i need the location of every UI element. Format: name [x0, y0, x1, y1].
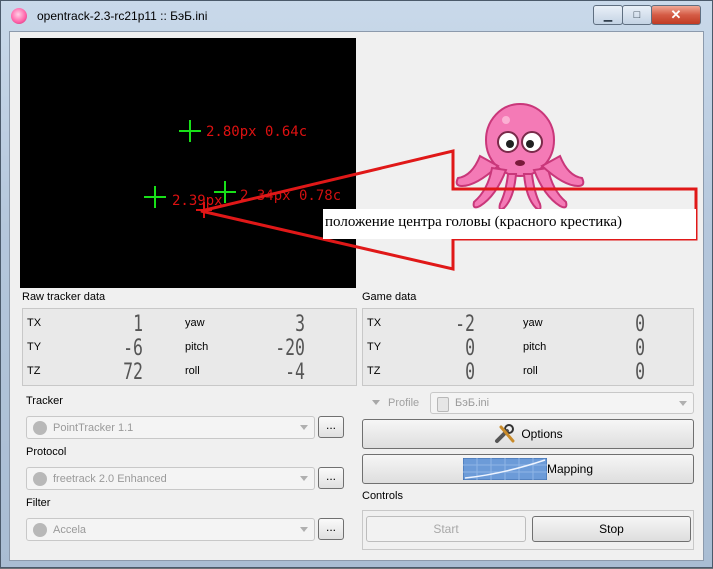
- profile-menu[interactable]: Profile: [368, 394, 428, 414]
- game-tz-label: TZ: [367, 365, 381, 377]
- octopus-logo: [455, 103, 585, 211]
- game-tx-label: TX: [367, 317, 382, 329]
- tracker-select[interactable]: PointTracker 1.1: [26, 416, 315, 439]
- game-roll-value: 0: [635, 360, 645, 385]
- profile-select[interactable]: БэБ.ini: [430, 392, 694, 414]
- protocol-select-value: freetrack 2.0 Enhanced: [53, 473, 167, 485]
- game-yaw-value: 0: [635, 312, 645, 337]
- game-tx-value: -2: [455, 312, 475, 337]
- controls-title: Controls: [362, 490, 403, 502]
- protocol-title: Protocol: [26, 446, 67, 458]
- game-yaw-label: yaw: [523, 317, 543, 329]
- protocol-icon: [33, 472, 47, 486]
- tracked-point-marker: [179, 120, 201, 142]
- raw-yaw-label: yaw: [185, 317, 205, 329]
- close-button[interactable]: ✕: [651, 5, 701, 25]
- tracker-title: Tracker: [26, 395, 63, 407]
- raw-tx-value: 1: [133, 312, 143, 337]
- chevron-down-icon: [300, 425, 308, 430]
- annotation-callout: положение центра головы (красного крести…: [323, 209, 696, 239]
- chevron-down-icon: [300, 476, 308, 481]
- mapping-curve-icon: [462, 458, 547, 480]
- chevron-down-icon: [679, 401, 687, 406]
- tracker-settings-button[interactable]: ...: [318, 416, 344, 438]
- raw-tz-label: TZ: [27, 365, 41, 377]
- octopus-app-icon: [11, 8, 27, 24]
- head-center-marker: [196, 202, 212, 218]
- annotation-text: положение центра головы (красного крести…: [325, 214, 622, 230]
- camera-video-feed: 2.80px 0.64c 2.39px 2.34px 0.78c: [20, 38, 356, 288]
- filter-settings-button[interactable]: ...: [318, 518, 344, 540]
- tools-icon: [495, 424, 515, 443]
- minimize-button[interactable]: ▁: [593, 5, 623, 25]
- mapping-button[interactable]: Mapping: [362, 454, 694, 484]
- profile-label: Profile: [388, 397, 420, 409]
- title-bar[interactable]: opentrack-2.3-rc21p11 :: БэБ.ini ▁ □ ✕: [1, 1, 712, 31]
- maximize-button[interactable]: □: [622, 5, 652, 25]
- raw-roll-value: -4: [285, 360, 305, 385]
- chevron-down-icon: [372, 400, 380, 405]
- raw-ty-label: TY: [27, 341, 42, 353]
- raw-tz-value: 72: [123, 360, 143, 385]
- protocol-select[interactable]: freetrack 2.0 Enhanced: [26, 467, 315, 490]
- logo-area: [356, 38, 694, 288]
- filter-select[interactable]: Accela: [26, 518, 315, 541]
- app-window: opentrack-2.3-rc21p11 :: БэБ.ini ▁ □ ✕ 2…: [0, 0, 713, 568]
- raw-yaw-value: 3: [295, 312, 305, 337]
- tracked-point-label: 2.80px 0.64c: [206, 124, 308, 140]
- game-tz-value: 0: [465, 360, 475, 385]
- raw-roll-label: roll: [185, 365, 200, 377]
- profile-select-value: БэБ.ini: [455, 397, 490, 409]
- filter-title: Filter: [26, 497, 51, 509]
- game-pitch-label: pitch: [523, 341, 547, 353]
- tracked-point-label: 2.34px 0.78c: [240, 188, 342, 204]
- game-pitch-value: 0: [635, 336, 645, 361]
- mapping-button-label: Mapping: [546, 462, 594, 476]
- tracked-point-marker: [214, 181, 236, 203]
- stop-button[interactable]: Stop: [532, 516, 691, 542]
- filter-select-value: Accela: [53, 524, 87, 536]
- options-button[interactable]: Options: [362, 419, 694, 449]
- raw-pitch-value: -20: [275, 336, 305, 361]
- raw-tracker-data-panel: TX 1 yaw 3 TY -6 pitch -20 TZ 72 roll -4: [22, 308, 357, 386]
- game-ty-label: TY: [367, 341, 382, 353]
- window-title: opentrack-2.3-rc21p11 :: БэБ.ini: [37, 9, 208, 23]
- protocol-settings-button[interactable]: ...: [318, 467, 344, 489]
- options-button-label: Options: [521, 427, 563, 441]
- game-ty-value: 0: [465, 336, 475, 361]
- file-icon: [437, 397, 449, 412]
- chevron-down-icon: [300, 527, 308, 532]
- raw-ty-value: -6: [123, 336, 143, 361]
- raw-tracker-data-title: Raw tracker data: [22, 291, 106, 303]
- tracker-icon: [33, 421, 47, 435]
- raw-pitch-label: pitch: [185, 341, 209, 353]
- main-panel: 2.80px 0.64c 2.39px 2.34px 0.78c Raw tra…: [9, 31, 704, 561]
- game-data-title: Game data: [362, 291, 417, 303]
- start-button[interactable]: Start: [366, 516, 526, 542]
- raw-tx-label: TX: [27, 317, 42, 329]
- tracker-select-value: PointTracker 1.1: [53, 422, 134, 434]
- game-data-panel: TX -2 yaw 0 TY 0 pitch 0 TZ 0 roll 0: [362, 308, 694, 386]
- tracked-point-marker: [144, 186, 166, 208]
- game-roll-label: roll: [523, 365, 538, 377]
- filter-icon: [33, 523, 47, 537]
